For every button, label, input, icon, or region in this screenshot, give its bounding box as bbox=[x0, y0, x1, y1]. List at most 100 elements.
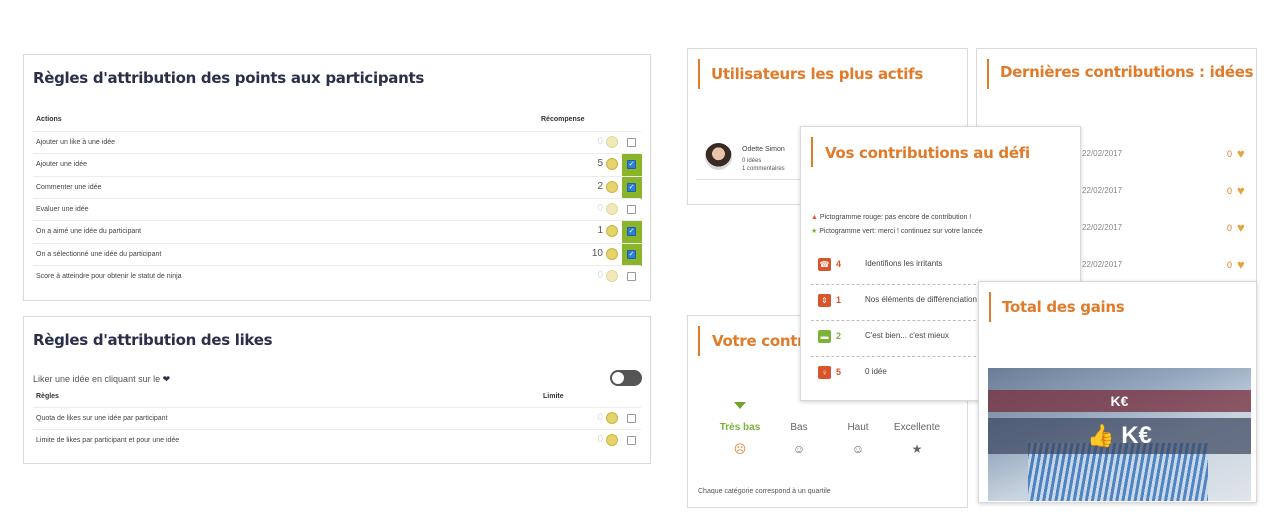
row-label: Evaluer une idée bbox=[36, 205, 89, 213]
contribution-date: 22/02/2017 bbox=[1082, 186, 1123, 195]
sad-face-icon: ☹ bbox=[733, 442, 747, 456]
row-label: On a sélectionné une idée du participant bbox=[36, 250, 162, 258]
coin-icon bbox=[606, 202, 618, 215]
reward-checkbox-cell: ✓ bbox=[622, 176, 642, 199]
banner-top-text: K€ bbox=[1110, 393, 1129, 409]
avatar[interactable] bbox=[705, 143, 732, 170]
coin-icon bbox=[606, 247, 618, 260]
table-row: Score à atteindre pour obtenir le statut… bbox=[33, 264, 642, 288]
reward-checkbox-cell: ✓ bbox=[622, 243, 642, 266]
col-limit-header: Limite bbox=[543, 393, 564, 400]
points-value[interactable]: 0 bbox=[583, 270, 603, 281]
heart-icon[interactable]: ♥ bbox=[1237, 257, 1245, 272]
limit-checkbox[interactable] bbox=[627, 436, 636, 445]
limit-value[interactable]: 0 bbox=[583, 434, 603, 445]
category-icon: ♀ bbox=[818, 366, 831, 379]
limit-checkbox[interactable] bbox=[627, 414, 636, 423]
reward-checkbox-cell: ✓ bbox=[622, 154, 642, 177]
row-label: Quota de likes sur une idée par particip… bbox=[36, 415, 168, 422]
row-divider bbox=[811, 356, 976, 357]
points-rules-title: Règles d'attribution des points aux part… bbox=[33, 69, 424, 87]
toggle-label-text: Liker une idée en cliquant sur le bbox=[33, 374, 161, 384]
contribution-date: 22/02/2017 bbox=[1082, 260, 1123, 269]
like-count: 0 bbox=[1227, 186, 1233, 196]
reward-checkbox[interactable]: ✓ bbox=[627, 160, 636, 170]
coin-icon bbox=[606, 158, 618, 171]
like-toggle[interactable] bbox=[610, 370, 642, 386]
category-icon: ⇕ bbox=[818, 294, 831, 307]
reward-checkbox[interactable] bbox=[627, 204, 636, 214]
banner-top: K€ bbox=[988, 390, 1251, 412]
coin-icon bbox=[606, 434, 618, 446]
points-value[interactable]: 1 bbox=[583, 225, 603, 236]
heart-icon[interactable]: ♥ bbox=[1237, 146, 1245, 161]
heart-icon[interactable]: ♥ bbox=[1237, 183, 1245, 198]
points-value[interactable]: 2 bbox=[583, 181, 603, 192]
thumbs-up-icon: 👍 bbox=[1087, 423, 1115, 448]
star-icon: ★ bbox=[811, 228, 818, 235]
points-value[interactable]: 0 bbox=[583, 136, 603, 147]
toggle-label: Liker une idée en cliquant sur le ❤ bbox=[33, 374, 170, 385]
reward-checkbox[interactable]: ✓ bbox=[627, 182, 636, 192]
row-label: Ajouter un like à une idée bbox=[36, 139, 115, 146]
like-count: 0 bbox=[1227, 260, 1233, 270]
contribution-date: 22/02/2017 bbox=[1082, 149, 1123, 158]
user-name[interactable]: Odette Simon bbox=[742, 146, 785, 153]
happy-face-icon: ☺ bbox=[851, 442, 865, 456]
category-label[interactable]: C'est bien... c'est mieux bbox=[865, 331, 949, 340]
reward-checkbox[interactable]: ✓ bbox=[627, 227, 636, 237]
neutral-face-icon: ☺ bbox=[792, 442, 806, 456]
points-value[interactable]: 10 bbox=[583, 248, 603, 259]
title-accent-bar bbox=[698, 59, 700, 89]
challenge-title: Vos contributions au défi bbox=[825, 144, 1030, 162]
row-divider bbox=[811, 320, 976, 321]
contribution-footer: Chaque catégorie correspond à un quartil… bbox=[698, 488, 831, 495]
category-label[interactable]: Identifions les irritants bbox=[865, 259, 942, 268]
coin-icon bbox=[606, 225, 618, 238]
limit-value[interactable]: 0 bbox=[583, 412, 603, 423]
gains-title: Total des gains bbox=[1002, 298, 1125, 316]
contribution-count: 1 bbox=[836, 295, 842, 305]
col-reward-header: Récompense bbox=[541, 116, 585, 123]
reward-checkbox[interactable] bbox=[627, 271, 636, 281]
row-label: Ajouter une idée bbox=[36, 161, 87, 169]
like-count: 0 bbox=[1227, 223, 1233, 233]
reward-checkbox[interactable] bbox=[627, 138, 636, 147]
legend-green: ★ Pictogramme vert: merci ! continuez su… bbox=[811, 227, 983, 235]
likes-rules-panel: Règles d'attribution des likes Liker une… bbox=[23, 316, 651, 464]
points-value[interactable]: 5 bbox=[583, 158, 603, 169]
reward-checkbox-cell bbox=[622, 266, 642, 288]
col-actions-header: Actions bbox=[36, 116, 62, 123]
title-accent-bar bbox=[811, 137, 813, 167]
coin-icon bbox=[606, 136, 618, 148]
user-ideas: 0 idées bbox=[742, 158, 762, 164]
category-label[interactable]: 0 idée bbox=[865, 367, 887, 376]
heart-icon: ❤ bbox=[162, 374, 171, 384]
likes-rules-title: Règles d'attribution des likes bbox=[33, 331, 273, 349]
reward-checkbox[interactable]: ✓ bbox=[627, 249, 636, 259]
table-row: Ajouter une idée 5 ✓ bbox=[33, 153, 642, 177]
toggle-knob bbox=[612, 372, 624, 384]
contribution-count: 5 bbox=[836, 367, 842, 377]
table-row: Limite de likes par participant et pour … bbox=[33, 429, 641, 451]
contribution-count: 4 bbox=[836, 259, 842, 269]
table-row: Evaluer une idée 0 bbox=[33, 197, 642, 221]
latest-title: Dernières contributions : idées bbox=[1000, 63, 1254, 81]
legend-red: ▲ Pictogramme rouge: pas encore de contr… bbox=[811, 214, 971, 221]
level-high: Haut bbox=[847, 422, 869, 433]
points-value[interactable]: 0 bbox=[583, 203, 603, 214]
row-label: Score à atteindre pour obtenir le statut… bbox=[36, 272, 182, 280]
category-label[interactable]: Nos éléments de différenciation bbox=[865, 295, 977, 304]
trophy-icon: ★ bbox=[911, 442, 923, 456]
level-marker-icon bbox=[734, 402, 746, 409]
heart-icon[interactable]: ♥ bbox=[1237, 220, 1245, 235]
total-gains-card: Total des gains K€ 👍 K€ bbox=[978, 281, 1257, 503]
category-icon: ☎ bbox=[818, 258, 831, 271]
contribution-date: 22/02/2017 bbox=[1082, 223, 1123, 232]
col-rules-header: Règles bbox=[36, 393, 59, 400]
banner-main: 👍 K€ bbox=[988, 418, 1251, 454]
points-rules-panel: Règles d'attribution des points aux part… bbox=[23, 54, 651, 301]
reward-checkbox-cell bbox=[622, 199, 642, 221]
legend-green-text: Pictogramme vert: merci ! continuez sur … bbox=[819, 228, 983, 235]
level-low: Bas bbox=[790, 422, 808, 433]
